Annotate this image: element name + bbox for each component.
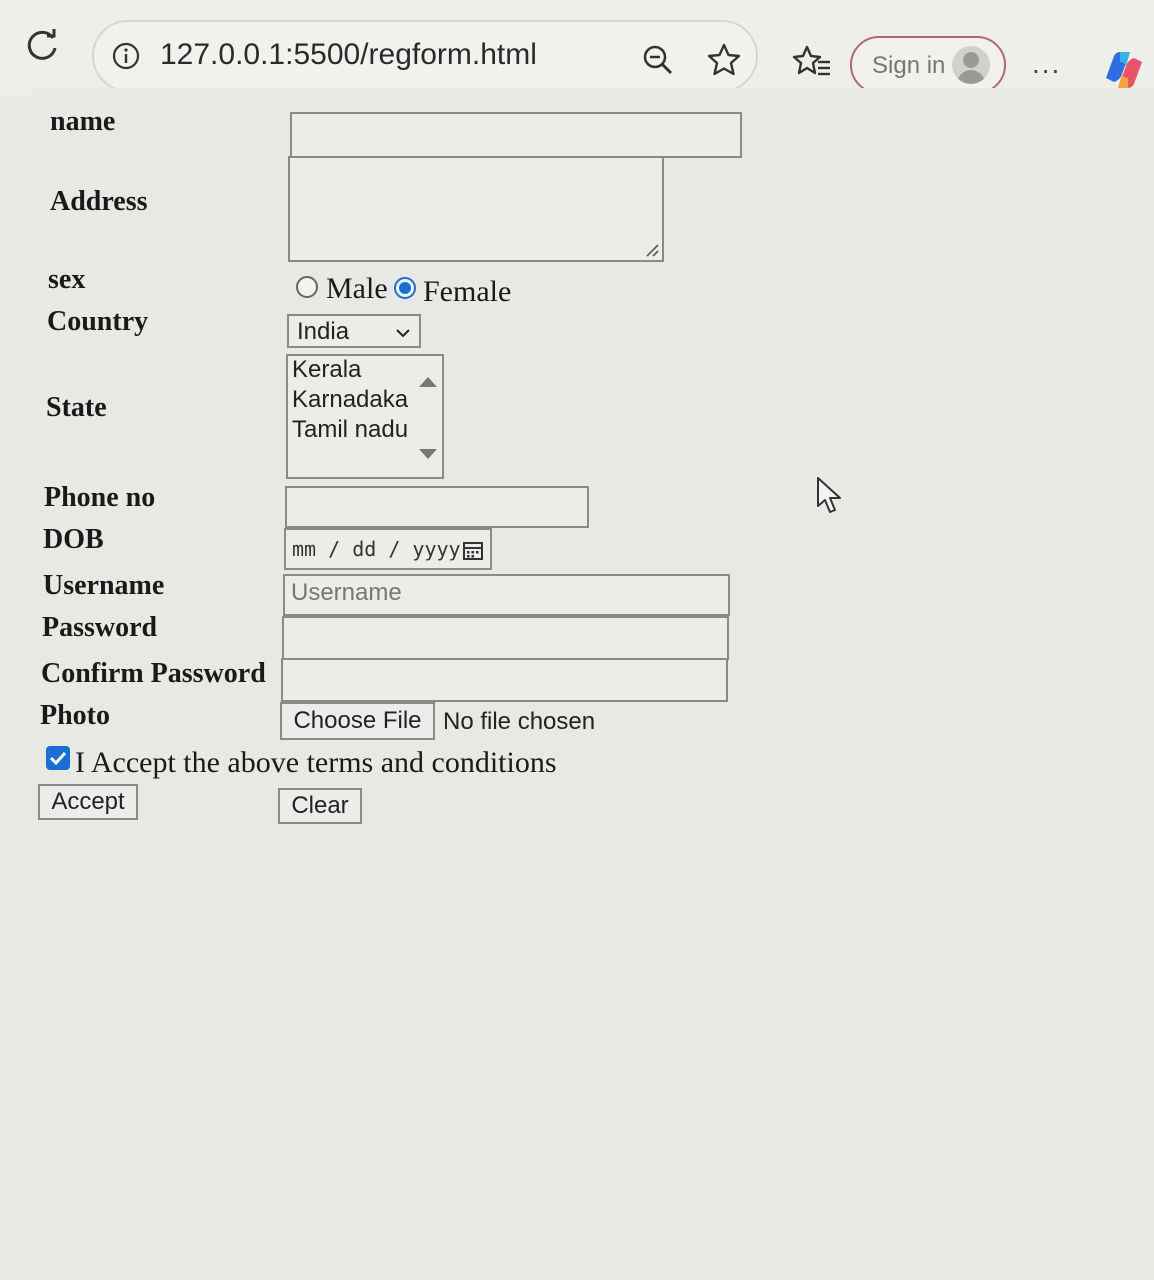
label-state: State [46, 392, 107, 423]
state-option[interactable]: Karnadaka [292, 386, 408, 414]
choose-file-button[interactable]: Choose File [280, 702, 435, 740]
username-input[interactable]: Username [283, 574, 730, 616]
label-name: name [50, 106, 116, 137]
terms-label: I Accept the above terms and conditions [75, 746, 557, 779]
country-selected-value: India [297, 318, 350, 345]
sex-male-radio[interactable] [296, 276, 318, 298]
accept-button[interactable]: Accept [38, 784, 138, 820]
dob-input[interactable]: mm / dd / yyyy [284, 528, 492, 570]
state-option[interactable]: Tamil nadu [292, 416, 408, 444]
phone-input[interactable] [285, 486, 589, 528]
label-password: Password [42, 612, 158, 643]
dob-placeholder: mm / dd / yyyy [292, 537, 461, 561]
terms-checkbox[interactable] [46, 746, 70, 770]
zoom-out-icon[interactable] [642, 44, 674, 76]
info-icon[interactable] [112, 42, 140, 70]
sign-in-button[interactable]: Sign in [850, 36, 1006, 94]
calendar-icon[interactable] [462, 539, 484, 561]
file-status: No file chosen [443, 708, 596, 735]
confirm-password-input[interactable] [281, 658, 728, 702]
avatar-icon [952, 46, 990, 84]
scroll-down-icon[interactable] [418, 448, 438, 460]
state-listbox[interactable]: Kerala Karnadaka Tamil nadu [286, 354, 444, 479]
resize-handle-icon[interactable] [644, 242, 660, 258]
sex-male-label: Male [326, 272, 388, 305]
name-input[interactable] [290, 112, 742, 158]
sign-in-label: Sign in [872, 52, 946, 79]
label-phone: Phone no [44, 482, 156, 513]
browser-toolbar: 127.0.0.1:5500/regform.html Sign in ... [0, 0, 1154, 96]
label-photo: Photo [40, 700, 110, 731]
copilot-icon[interactable] [1100, 48, 1148, 92]
label-sex: sex [48, 264, 86, 295]
mouse-cursor-icon [817, 477, 841, 513]
chevron-down-icon [396, 329, 410, 338]
label-address: Address [50, 186, 148, 217]
clear-button[interactable]: Clear [278, 788, 362, 824]
label-confirm-password: Confirm Password [41, 658, 266, 689]
country-select[interactable]: India [287, 314, 421, 348]
sex-female-radio[interactable] [394, 277, 416, 299]
scroll-up-icon[interactable] [418, 376, 438, 388]
reload-icon[interactable] [22, 26, 62, 66]
address-bar[interactable]: 127.0.0.1:5500/regform.html [92, 20, 758, 92]
username-placeholder: Username [291, 579, 402, 606]
state-option[interactable]: Kerala [292, 356, 361, 384]
more-menu-icon[interactable]: ... [1032, 48, 1061, 80]
label-country: Country [47, 306, 149, 337]
favorite-star-icon[interactable] [706, 42, 742, 78]
address-textarea[interactable] [288, 156, 664, 262]
label-dob: DOB [43, 524, 104, 555]
favorites-list-icon[interactable] [792, 44, 832, 84]
sex-female-label: Female [423, 275, 512, 308]
password-input[interactable] [282, 616, 729, 660]
label-username: Username [43, 570, 165, 601]
url-text[interactable]: 127.0.0.1:5500/regform.html [160, 38, 537, 72]
checkmark-icon [49, 751, 67, 766]
